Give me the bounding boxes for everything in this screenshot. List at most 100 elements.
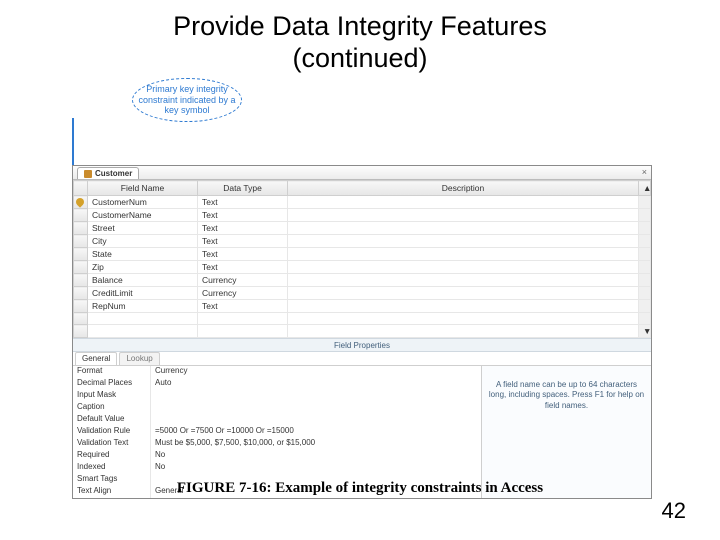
table-row[interactable]: ▼ — [74, 325, 651, 338]
cell-data-type[interactable]: Text — [198, 235, 288, 248]
property-value[interactable]: No — [151, 462, 481, 474]
cell-description[interactable] — [288, 248, 639, 261]
table-row[interactable]: CreditLimitCurrency — [74, 287, 651, 300]
scrollbar-track — [639, 209, 651, 222]
field-properties-bar: Field Properties — [73, 338, 651, 352]
scroll-down-button[interactable]: ▼ — [639, 325, 651, 338]
row-selector[interactable] — [74, 235, 88, 248]
table-row[interactable]: CustomerNameText — [74, 209, 651, 222]
cell-field-name[interactable]: CustomerName — [88, 209, 198, 222]
cell-data-type[interactable]: Text — [198, 222, 288, 235]
row-selector[interactable] — [74, 300, 88, 313]
property-value[interactable] — [151, 390, 481, 402]
scrollbar-track — [639, 196, 651, 209]
row-selector-header — [74, 181, 88, 196]
cell-data-type[interactable]: Text — [198, 248, 288, 261]
table-row[interactable]: StreetText — [74, 222, 651, 235]
property-label: Format — [73, 366, 151, 378]
cell-field-name[interactable]: State — [88, 248, 198, 261]
table-row[interactable] — [74, 313, 651, 325]
row-selector[interactable] — [74, 325, 88, 338]
primary-key-icon[interactable] — [74, 196, 88, 209]
row-selector[interactable] — [74, 209, 88, 222]
property-row[interactable]: Validation Rule=5000 Or =7500 Or =10000 … — [73, 426, 481, 438]
cell-field-name[interactable]: City — [88, 235, 198, 248]
cell-field-name[interactable]: CustomerNum — [88, 196, 198, 209]
cell-data-type[interactable] — [198, 313, 288, 325]
property-list: FormatCurrencyDecimal PlacesAutoInput Ma… — [73, 366, 481, 498]
cell-data-type[interactable]: Text — [198, 261, 288, 274]
cell-description[interactable] — [288, 222, 639, 235]
scrollbar-track — [639, 300, 651, 313]
object-tab-customer[interactable]: Customer — [77, 167, 139, 179]
row-selector[interactable] — [74, 274, 88, 287]
col-field-name[interactable]: Field Name — [88, 181, 198, 196]
cell-data-type[interactable] — [198, 325, 288, 338]
cell-field-name[interactable]: RepNum — [88, 300, 198, 313]
property-value[interactable] — [151, 414, 481, 426]
scrollbar-track — [639, 274, 651, 287]
table-row[interactable]: StateText — [74, 248, 651, 261]
table-row[interactable]: ZipText — [74, 261, 651, 274]
property-value[interactable]: No — [151, 450, 481, 462]
tab-lookup[interactable]: Lookup — [119, 352, 159, 365]
table-row[interactable]: BalanceCurrency — [74, 274, 651, 287]
cell-data-type[interactable]: Currency — [198, 287, 288, 300]
property-row[interactable]: IndexedNo — [73, 462, 481, 474]
grid-header-row: Field Name Data Type Description ▲ — [74, 181, 651, 196]
cell-data-type[interactable]: Text — [198, 300, 288, 313]
figure-area: Primary key integrity constraint indicat… — [72, 130, 652, 460]
cell-data-type[interactable]: Text — [198, 209, 288, 222]
table-row[interactable]: RepNumText — [74, 300, 651, 313]
cell-description[interactable] — [288, 196, 639, 209]
property-label: Input Mask — [73, 390, 151, 402]
cell-data-type[interactable]: Currency — [198, 274, 288, 287]
cell-field-name[interactable]: CreditLimit — [88, 287, 198, 300]
scroll-up-button[interactable]: ▲ — [639, 181, 651, 196]
cell-field-name[interactable]: Balance — [88, 274, 198, 287]
title-line2: (continued) — [292, 43, 427, 73]
cell-description[interactable] — [288, 235, 639, 248]
property-row[interactable]: Decimal PlacesAuto — [73, 378, 481, 390]
tab-general[interactable]: General — [75, 352, 117, 365]
property-row[interactable]: RequiredNo — [73, 450, 481, 462]
cell-data-type[interactable]: Text — [198, 196, 288, 209]
scrollbar-track — [639, 313, 651, 325]
cell-description[interactable] — [288, 300, 639, 313]
property-value[interactable]: Must be $5,000, $7,500, $10,000, or $15,… — [151, 438, 481, 450]
property-row[interactable]: Caption — [73, 402, 481, 414]
property-value[interactable] — [151, 402, 481, 414]
property-label: Indexed — [73, 462, 151, 474]
property-value[interactable]: Currency — [151, 366, 481, 378]
tab-close-button[interactable]: × — [642, 167, 647, 177]
row-selector[interactable] — [74, 313, 88, 325]
property-value[interactable]: =5000 Or =7500 Or =10000 Or =15000 — [151, 426, 481, 438]
row-selector[interactable] — [74, 261, 88, 274]
table-row[interactable]: CustomerNumText — [74, 196, 651, 209]
property-value[interactable]: Auto — [151, 378, 481, 390]
help-pane: A field name can be up to 64 characters … — [481, 366, 651, 498]
col-data-type[interactable]: Data Type — [198, 181, 288, 196]
cell-description[interactable] — [288, 209, 639, 222]
slide-title: Provide Data Integrity Features (continu… — [0, 10, 720, 75]
cell-description[interactable] — [288, 274, 639, 287]
col-description[interactable]: Description — [288, 181, 639, 196]
cell-field-name[interactable] — [88, 325, 198, 338]
cell-field-name[interactable] — [88, 313, 198, 325]
cell-description[interactable] — [288, 325, 639, 338]
cell-description[interactable] — [288, 261, 639, 274]
cell-description[interactable] — [288, 313, 639, 325]
property-row[interactable]: Input Mask — [73, 390, 481, 402]
cell-field-name[interactable]: Zip — [88, 261, 198, 274]
cell-description[interactable] — [288, 287, 639, 300]
property-row[interactable]: Validation TextMust be $5,000, $7,500, $… — [73, 438, 481, 450]
field-grid: Field Name Data Type Description ▲ Custo… — [73, 180, 651, 338]
row-selector[interactable] — [74, 222, 88, 235]
property-row[interactable]: Default Value — [73, 414, 481, 426]
cell-field-name[interactable]: Street — [88, 222, 198, 235]
property-row[interactable]: FormatCurrency — [73, 366, 481, 378]
scrollbar-track — [639, 261, 651, 274]
table-row[interactable]: CityText — [74, 235, 651, 248]
row-selector[interactable] — [74, 287, 88, 300]
row-selector[interactable] — [74, 248, 88, 261]
